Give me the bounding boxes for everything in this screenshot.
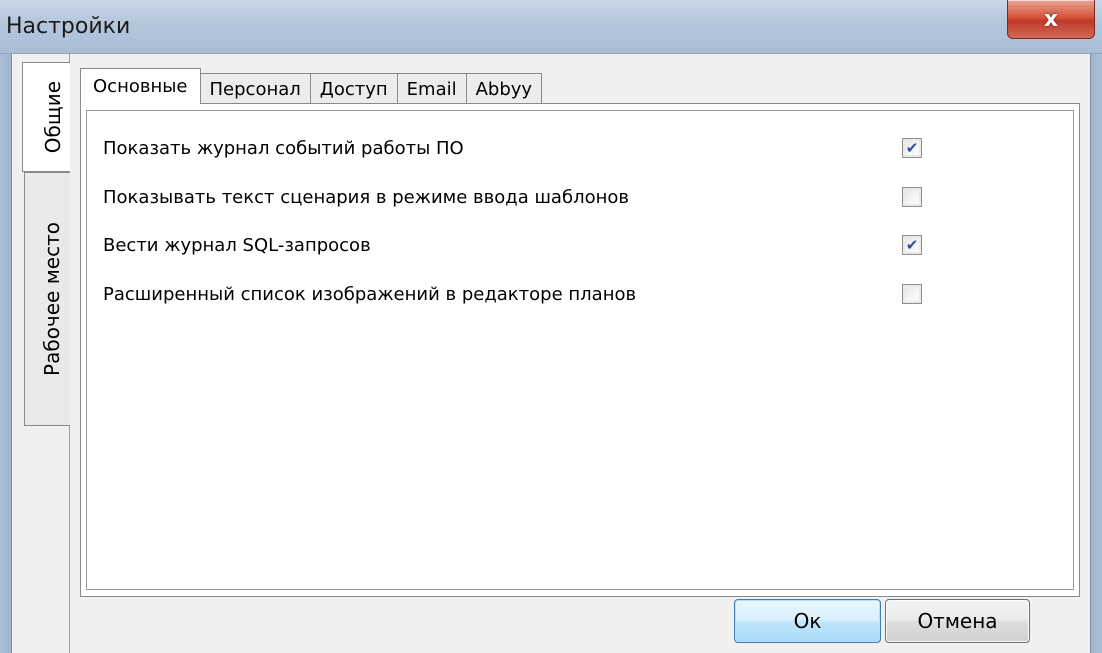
sql-log-checkbox[interactable]: ✔ bbox=[902, 235, 922, 255]
setting-label: Расширенный список изображений в редакто… bbox=[103, 284, 637, 305]
ok-button[interactable]: Ок bbox=[734, 599, 881, 643]
side-tab-strip: Общие Рабочее место bbox=[12, 54, 82, 653]
close-button[interactable]: x bbox=[1007, 0, 1095, 39]
setting-label: Показывать текст сценария в режиме ввода… bbox=[103, 187, 629, 208]
settings-group: Показать журнал событий работы ПО ✔ Пока… bbox=[86, 110, 1074, 590]
close-icon: x bbox=[1043, 6, 1059, 32]
image-list-checkbox[interactable] bbox=[902, 284, 922, 304]
tab-access[interactable]: Доступ bbox=[310, 73, 398, 104]
setting-row-script-text: Показывать текст сценария в режиме ввода… bbox=[103, 184, 1043, 214]
title-bar: Настройки x bbox=[0, 0, 1102, 54]
settings-content: Основные Персонал Доступ Email Abbyy Пок… bbox=[70, 54, 1090, 653]
window-title: Настройки bbox=[6, 14, 131, 39]
window-frame-right bbox=[1090, 54, 1102, 653]
setting-label: Показать журнал событий работы ПО bbox=[103, 138, 464, 159]
setting-row-image-list: Расширенный список изображений в редакто… bbox=[103, 281, 1043, 311]
tab-panel: Показать журнал событий работы ПО ✔ Пока… bbox=[80, 103, 1080, 597]
tab-email[interactable]: Email bbox=[397, 73, 467, 104]
setting-label: Вести журнал SQL-запросов bbox=[103, 235, 371, 256]
event-log-checkbox[interactable]: ✔ bbox=[902, 138, 922, 158]
setting-row-event-log: Показать журнал событий работы ПО ✔ bbox=[103, 135, 1043, 165]
tab-abbyy[interactable]: Abbyy bbox=[466, 73, 543, 104]
window-frame-left bbox=[0, 54, 12, 653]
check-mark-icon: ✔ bbox=[905, 138, 919, 157]
tab-main[interactable]: Основные bbox=[80, 68, 201, 104]
tab-strip: Основные Персонал Доступ Email Abbyy bbox=[80, 68, 543, 104]
setting-row-sql-log: Вести журнал SQL-запросов ✔ bbox=[103, 232, 1043, 262]
check-mark-icon: ✔ bbox=[905, 235, 919, 254]
tab-personnel[interactable]: Персонал bbox=[200, 73, 311, 104]
side-tab-label: Общие bbox=[40, 80, 65, 154]
cancel-button[interactable]: Отмена bbox=[885, 599, 1030, 643]
side-tab-label: Рабочее место bbox=[39, 222, 64, 376]
script-text-checkbox[interactable] bbox=[902, 187, 922, 207]
